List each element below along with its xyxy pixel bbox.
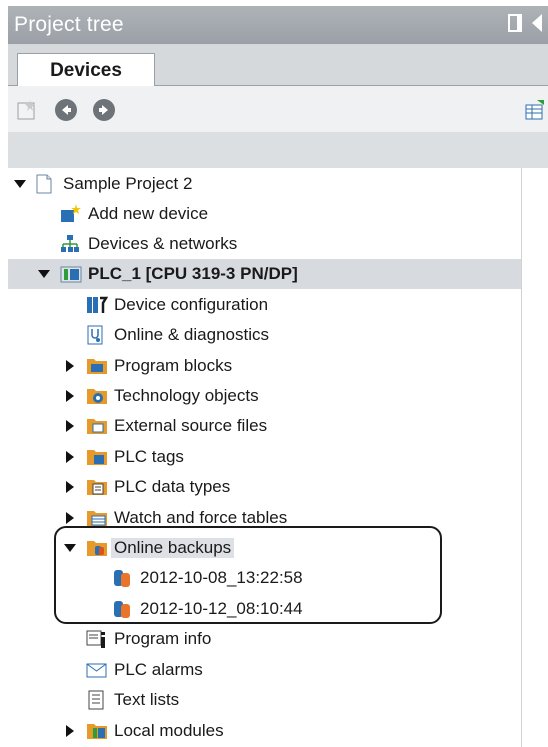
expand-right-icon[interactable] [66, 420, 74, 432]
expand-right-icon[interactable] [66, 451, 74, 463]
forward-icon[interactable] [93, 99, 115, 121]
tree-item-label: Devices & networks [88, 234, 238, 253]
plc-icon [60, 264, 82, 284]
tree-item-devices-networks[interactable]: Devices & networks [8, 229, 521, 259]
tree-item-label: Technology objects [114, 386, 259, 405]
expand-right-icon[interactable] [66, 725, 74, 737]
folder-blocks-icon [86, 356, 107, 376]
tree-item-label: PLC tags [114, 447, 184, 466]
tree-item-label: External source files [114, 416, 268, 435]
project-tree-panel: Project tree Devices Sample Project 2 Ad… [0, 0, 548, 747]
tree-item-text-lists[interactable]: Text lists [8, 685, 521, 715]
tree-root-label: Sample Project 2 [63, 174, 193, 193]
tree-item-technology-objects[interactable]: Technology objects [8, 381, 521, 411]
tree-item-label: Program blocks [114, 356, 233, 375]
folder-source-icon [86, 416, 107, 436]
tree-item-local-modules[interactable]: Local modules [8, 716, 521, 746]
expand-down-icon[interactable] [38, 270, 50, 278]
panel-titlebar: Project tree [8, 6, 548, 44]
folder-tags-icon [86, 447, 107, 467]
tree-item-plc-tags[interactable]: PLC tags [8, 442, 521, 472]
tree-item-label: PLC data types [114, 477, 231, 496]
tree-item-device-configuration[interactable]: Device configuration [8, 290, 521, 320]
network-icon [60, 234, 80, 254]
expand-down-icon[interactable] [14, 180, 26, 188]
folder-watch-icon [86, 508, 107, 528]
diagnostics-icon [86, 325, 106, 345]
pane-layout-icon[interactable] [508, 14, 522, 32]
new-folder-icon[interactable] [16, 99, 38, 121]
tree-item-add-new-device[interactable]: Add new device [8, 199, 521, 229]
program-info-icon [86, 629, 106, 649]
tree-item-external-source-files[interactable]: External source files [8, 411, 521, 441]
tree-item-label: Watch and force tables [114, 508, 288, 527]
folder-technology-icon [86, 386, 107, 406]
expand-right-icon[interactable] [66, 360, 74, 372]
folder-datatypes-icon [86, 477, 107, 497]
expand-right-icon[interactable] [66, 481, 74, 493]
tree-item-program-blocks[interactable]: Program blocks [8, 351, 521, 381]
tree-root[interactable]: Sample Project 2 [8, 169, 521, 199]
device-config-icon [86, 295, 109, 315]
text-list-icon [86, 690, 106, 710]
table-view-icon[interactable] [524, 99, 546, 121]
tree-item-label: Device configuration [114, 295, 269, 314]
tree-divider [521, 168, 522, 747]
tree-item-label: Online & diagnostics [114, 325, 269, 344]
folder-modules-icon [86, 721, 107, 741]
tree-item-label: Program info [114, 629, 212, 648]
tree-item-label: PLC alarms [114, 660, 203, 679]
expand-right-icon[interactable] [66, 390, 74, 402]
highlight-annotation [54, 526, 442, 624]
tab-strip: Devices [8, 44, 548, 87]
tab-devices[interactable]: Devices [17, 53, 155, 87]
collapse-panel-icon[interactable] [532, 14, 542, 32]
tree-item-label: PLC_1 [CPU 319-3 PN/DP] [88, 264, 298, 283]
tree-item-label: Local modules [114, 721, 224, 740]
expand-right-icon[interactable] [66, 512, 74, 524]
tree-item-online-diagnostics[interactable]: Online & diagnostics [8, 320, 521, 350]
back-icon[interactable] [55, 99, 77, 121]
toolbar-separator [8, 132, 548, 168]
project-icon [35, 174, 55, 194]
tree-item-plc-1[interactable]: PLC_1 [CPU 319-3 PN/DP] [8, 259, 521, 289]
panel-title: Project tree [14, 13, 124, 36]
add-device-icon [60, 204, 81, 224]
toolbar [8, 86, 548, 132]
project-tree: Sample Project 2 Add new device Devices … [8, 168, 548, 747]
tree-item-label: Add new device [88, 204, 209, 223]
tree-item-plc-data-types[interactable]: PLC data types [8, 472, 521, 502]
tree-item-plc-alarms[interactable]: PLC alarms [8, 655, 521, 685]
tree-item-program-info[interactable]: Program info [8, 624, 521, 654]
alarms-icon [86, 660, 107, 680]
tree-item-label: Text lists [114, 690, 180, 709]
